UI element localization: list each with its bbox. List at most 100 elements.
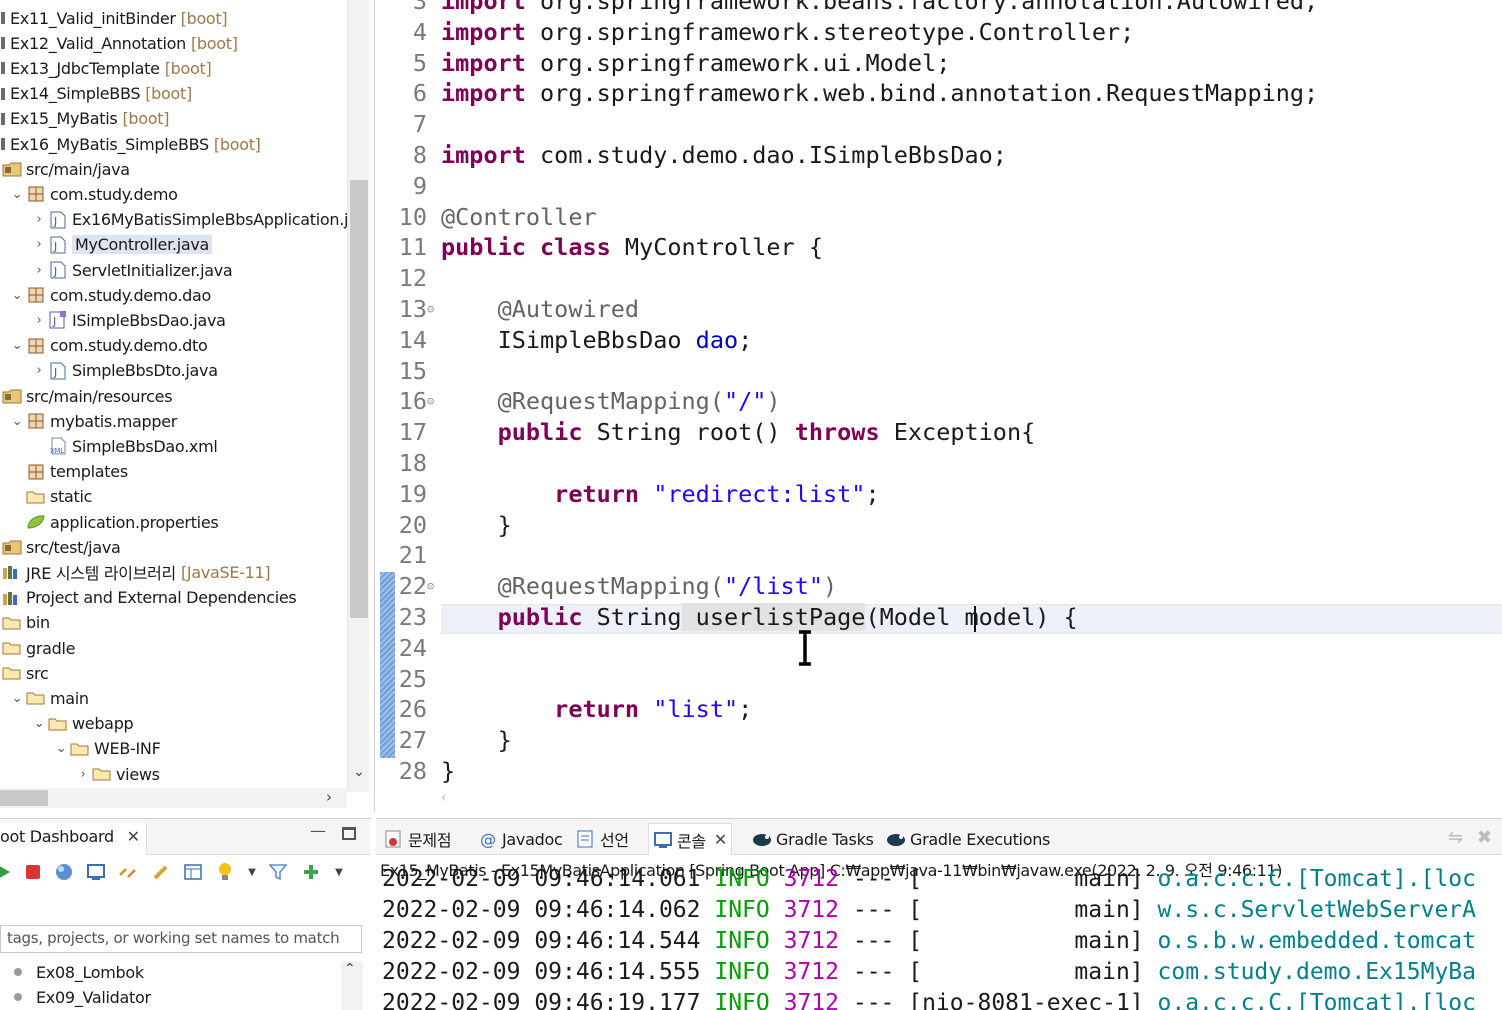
- tab-declaration[interactable]: 선언: [576, 827, 629, 851]
- chevron-down-icon[interactable]: ⌄: [8, 412, 26, 430]
- chevron-down-icon[interactable]: ⌄: [8, 337, 26, 355]
- tree-item[interactable]: ⌄ webapp: [30, 712, 134, 736]
- code-line[interactable]: 6 import org.springframework.web.bind.ann…: [375, 78, 1502, 109]
- dashboard-filter-input[interactable]: tags, projects, or working set names to …: [0, 925, 362, 953]
- chevron-right-icon[interactable]: ›: [30, 261, 48, 279]
- code-line[interactable]: 10 @Controller: [375, 202, 1502, 233]
- code-line[interactable]: 9: [375, 171, 1502, 202]
- code-line[interactable]: 27 }: [375, 725, 1502, 756]
- code-line[interactable]: 25: [375, 664, 1502, 695]
- code-line[interactable]: 23 public String userlistPage(Model mode…: [375, 602, 1502, 633]
- code-line[interactable]: 13 ⊝ @Autowired: [375, 294, 1502, 325]
- code-line[interactable]: 11 public class MyController {: [375, 232, 1502, 263]
- tree-item[interactable]: ⌄ WEB-INF: [52, 737, 161, 761]
- chevron-down-icon[interactable]: ⌄: [8, 185, 26, 203]
- fold-toggle-icon[interactable]: ⊝: [427, 294, 439, 325]
- minimize-icon[interactable]: —: [310, 821, 326, 840]
- tree-item[interactable]: › views: [74, 762, 160, 786]
- tree-item[interactable]: ⌄ com.study.demo.dto: [8, 334, 208, 358]
- chevron-right-icon[interactable]: ›: [30, 211, 48, 229]
- explorer-horizontal-scrollbar[interactable]: ›: [0, 788, 347, 808]
- code-line[interactable]: 12: [375, 263, 1502, 294]
- code-line[interactable]: 15: [375, 356, 1502, 387]
- tab-problems[interactable]: 문제점: [384, 827, 452, 851]
- fold-toggle-icon[interactable]: ⊝: [427, 571, 439, 602]
- code-line[interactable]: 28}: [375, 756, 1502, 787]
- tree-item[interactable]: templates: [8, 460, 128, 484]
- chevron-right-icon[interactable]: ›: [30, 311, 48, 329]
- properties-icon[interactable]: [182, 861, 204, 883]
- tree-item[interactable]: › J ServletInitializer.java: [30, 258, 233, 282]
- tree-item[interactable]: Ex15_MyBatis [boot]: [0, 107, 169, 131]
- code-line[interactable]: 22 ⊝ @RequestMapping("/list"): [375, 571, 1502, 602]
- start-icon[interactable]: [0, 861, 14, 883]
- filter-icon[interactable]: [267, 861, 289, 883]
- tree-item[interactable]: Ex14_SimpleBBS [boot]: [0, 82, 192, 106]
- maximize-icon[interactable]: [342, 827, 356, 840]
- add-icon[interactable]: [300, 861, 322, 883]
- tab-gradle-tasks[interactable]: Gradle Tasks: [752, 827, 874, 851]
- tree-item[interactable]: gradle: [2, 636, 75, 660]
- console-icon[interactable]: [85, 861, 107, 883]
- tree-item[interactable]: › J ISimpleBbsDao.java: [30, 308, 226, 332]
- dropdown-icon[interactable]: ▼: [328, 861, 350, 883]
- tree-item[interactable]: ⌄ main: [8, 686, 89, 710]
- tree-item[interactable]: › J SimpleBbsDto.java: [30, 359, 218, 383]
- list-item[interactable]: Ex08_Lombok: [0, 960, 144, 984]
- disconnect-icon[interactable]: ⇋: [1448, 827, 1463, 848]
- close-icon[interactable]: ✕: [127, 827, 140, 846]
- code-line[interactable]: 20 }: [375, 510, 1502, 541]
- code-line[interactable]: 14 ISimpleBbsDao dao;: [375, 325, 1502, 356]
- chevron-right-icon[interactable]: ›: [30, 236, 48, 254]
- code-line[interactable]: 8 import com.study.demo.dao.ISimpleBbsDao…: [375, 140, 1502, 171]
- fold-toggle-icon[interactable]: ⊝: [427, 386, 439, 417]
- edit-icon[interactable]: [150, 861, 172, 883]
- tree-item[interactable]: ⌄ mybatis.mapper: [8, 409, 178, 433]
- code-line[interactable]: 16 ⊝ @RequestMapping("/"): [375, 386, 1502, 417]
- code-editor[interactable]: 3 import org.springframework.beans.factor…: [374, 0, 1502, 812]
- open-browser-icon[interactable]: [53, 861, 75, 883]
- chevron-down-icon[interactable]: ⌄: [8, 286, 26, 304]
- dropdown-icon[interactable]: ▼: [241, 861, 263, 883]
- tab-javadoc[interactable]: @ Javadoc: [478, 827, 563, 851]
- tree-item[interactable]: Ex11_Valid_initBinder [boot]: [0, 6, 228, 30]
- chevron-down-icon[interactable]: ⌄: [350, 764, 368, 784]
- code-line[interactable]: 26 return "list";: [375, 694, 1502, 725]
- tree-item[interactable]: src/main/resources: [2, 384, 173, 408]
- tree-item[interactable]: application.properties: [8, 510, 219, 534]
- code-line[interactable]: 5 import org.springframework.ui.Model;: [375, 48, 1502, 79]
- tree-item[interactable]: › J Ex16MyBatisSimpleBbsApplication.ja: [30, 208, 358, 232]
- chevron-down-icon[interactable]: ⌄: [8, 689, 26, 707]
- tree-item[interactable]: Ex16_MyBatis_SimpleBBS [boot]: [0, 132, 261, 156]
- tree-item[interactable]: XML SimpleBbsDao.xml: [30, 434, 218, 458]
- tree-item[interactable]: src/test/java: [2, 535, 121, 559]
- chevron-right-icon[interactable]: ›: [30, 362, 48, 380]
- explorer-scroll-thumb[interactable]: [350, 180, 368, 618]
- chevron-up-icon[interactable]: ⌃: [344, 961, 356, 977]
- tree-item[interactable]: bin: [2, 611, 50, 635]
- tree-item[interactable]: Ex13_JdbcTemplate [boot]: [0, 56, 212, 80]
- tree-item[interactable]: ⌄ com.study.demo: [8, 182, 178, 206]
- stop-icon[interactable]: [22, 861, 44, 883]
- tree-item[interactable]: Project and External Dependencies: [2, 586, 297, 610]
- tree-item[interactable]: src/main/java: [2, 157, 130, 181]
- chevron-right-icon[interactable]: ›: [74, 765, 92, 783]
- tree-item[interactable]: src: [2, 661, 49, 685]
- chevron-down-icon[interactable]: ⌄: [52, 740, 70, 758]
- code-line[interactable]: 3 import org.springframework.beans.factor…: [375, 0, 1502, 17]
- dashboard-scrollbar[interactable]: ⌃: [341, 961, 363, 1010]
- code-line[interactable]: 21: [375, 540, 1502, 571]
- tree-item[interactable]: Ex12_Valid_Annotation [boot]: [0, 31, 238, 55]
- tree-item[interactable]: static: [8, 485, 92, 509]
- explorer-vertical-scrollbar[interactable]: ⌄: [347, 0, 369, 792]
- tree-item[interactable]: › J MyController.java: [30, 233, 213, 257]
- code-line[interactable]: 19 return "redirect:list";: [375, 479, 1502, 510]
- tree-item[interactable]: ⌄ com.study.demo.dao: [8, 283, 212, 307]
- code-line[interactable]: 7: [375, 109, 1502, 140]
- explorer-hscroll-thumb[interactable]: [0, 790, 48, 806]
- code-line[interactable]: 24: [375, 633, 1502, 664]
- tab-gradle-executions[interactable]: Gradle Executions: [886, 827, 1050, 851]
- code-line[interactable]: 17 public String root() throws Exception…: [375, 417, 1502, 448]
- chevron-right-icon[interactable]: ›: [326, 788, 332, 806]
- tab-console[interactable]: 콘솔 ✕: [648, 823, 732, 855]
